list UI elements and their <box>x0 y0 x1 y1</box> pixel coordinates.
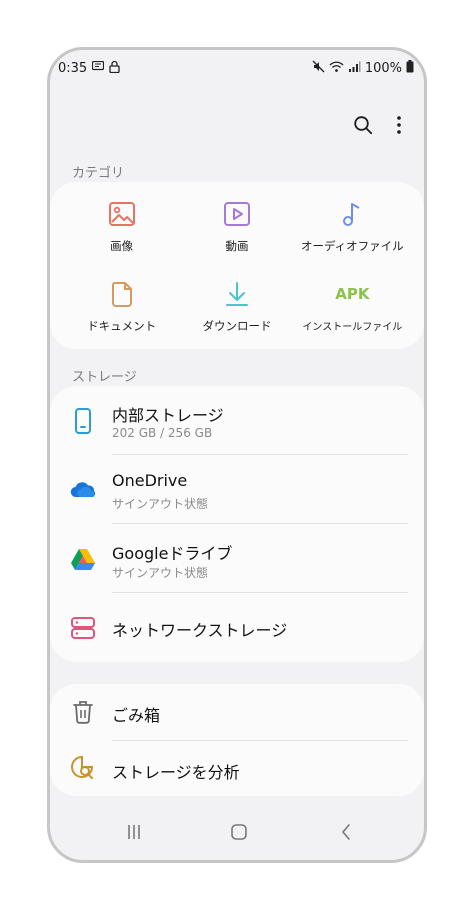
storage-subtitle-text: サインアウト状態 <box>112 566 209 580</box>
storage-title-text: Googleドライブ <box>112 544 233 563</box>
category-images[interactable]: 画像 <box>64 190 179 270</box>
tool-title-text: ストレージを分析 <box>112 763 240 782</box>
storage-card: 内部ストレージ 202 GB / 256 GB OneDrive サインアウト状… <box>50 386 424 662</box>
category-downloads[interactable]: ダウンロード <box>179 270 294 350</box>
mute-icon <box>312 60 325 77</box>
storage-title-text: ネットワークストレージ <box>112 621 288 640</box>
category-install-files[interactable]: APK インストールファイル <box>295 270 410 350</box>
storage-onedrive[interactable]: OneDrive サインアウト状態 <box>50 455 424 524</box>
tools-card: ごみ箱 ストレージを分析 <box>50 684 424 796</box>
category-videos[interactable]: 動画 <box>179 190 294 270</box>
apk-icon: APK <box>335 285 370 303</box>
lock-icon <box>109 60 120 77</box>
category-label: ドキュメント <box>87 319 157 333</box>
onedrive-icon <box>68 475 98 505</box>
google-drive-icon <box>68 544 98 574</box>
trash-item[interactable]: ごみ箱 <box>50 684 424 740</box>
music-note-icon <box>336 198 368 230</box>
category-label: 画像 <box>110 239 134 253</box>
status-bar: 0:35 100% <box>50 56 424 80</box>
image-icon <box>106 198 138 230</box>
storage-analysis-item[interactable]: ストレージを分析 <box>50 741 424 797</box>
status-time: 0:35 <box>58 61 88 76</box>
storage-title-text: OneDrive <box>112 471 188 490</box>
category-audio[interactable]: オーディオファイル <box>295 190 410 270</box>
category-documents[interactable]: ドキュメント <box>64 270 179 350</box>
back-icon[interactable] <box>331 820 361 844</box>
wifi-icon <box>329 61 344 77</box>
category-label: オーディオファイル <box>300 239 404 253</box>
phone-frame: 0:35 100% カテゴリ 画像 動画 オーディオファイル ドキュメント ダウ… <box>47 47 427 863</box>
home-icon[interactable] <box>224 820 254 844</box>
storage-subtitle-text: サインアウト状態 <box>112 497 209 511</box>
recent-apps-icon[interactable] <box>119 820 149 844</box>
storage-network[interactable]: ネットワークストレージ <box>50 593 424 662</box>
storage-google-drive[interactable]: Googleドライブ サインアウト状態 <box>50 524 424 593</box>
nav-bar <box>50 810 424 860</box>
trash-icon <box>68 697 98 727</box>
document-icon <box>106 278 138 310</box>
storage-title-text: 内部ストレージ <box>112 406 224 425</box>
battery-percent: 100% <box>364 61 402 76</box>
categories-title: カテゴリ <box>72 166 125 181</box>
battery-icon <box>406 60 414 77</box>
app-toolbar <box>304 110 424 140</box>
download-icon <box>221 278 253 310</box>
phone-storage-icon <box>68 406 98 436</box>
category-label: 動画 <box>225 239 249 253</box>
storage-title: ストレージ <box>72 370 137 385</box>
more-options-icon[interactable] <box>384 110 414 140</box>
video-icon <box>221 198 253 230</box>
storage-internal[interactable]: 内部ストレージ 202 GB / 256 GB <box>50 386 424 455</box>
category-label: インストールファイル <box>302 322 403 333</box>
network-storage-icon <box>68 613 98 643</box>
tool-title-text: ごみ箱 <box>112 706 161 725</box>
categories-card: 画像 動画 オーディオファイル ドキュメント ダウンロード APK インストール… <box>50 182 424 349</box>
storage-analysis-icon <box>68 753 98 783</box>
search-icon[interactable] <box>348 110 378 140</box>
category-label: ダウンロード <box>202 319 272 333</box>
signal-icon <box>348 61 361 77</box>
message-icon <box>92 60 105 76</box>
storage-subtitle-text: 202 GB / 256 GB <box>112 426 213 440</box>
